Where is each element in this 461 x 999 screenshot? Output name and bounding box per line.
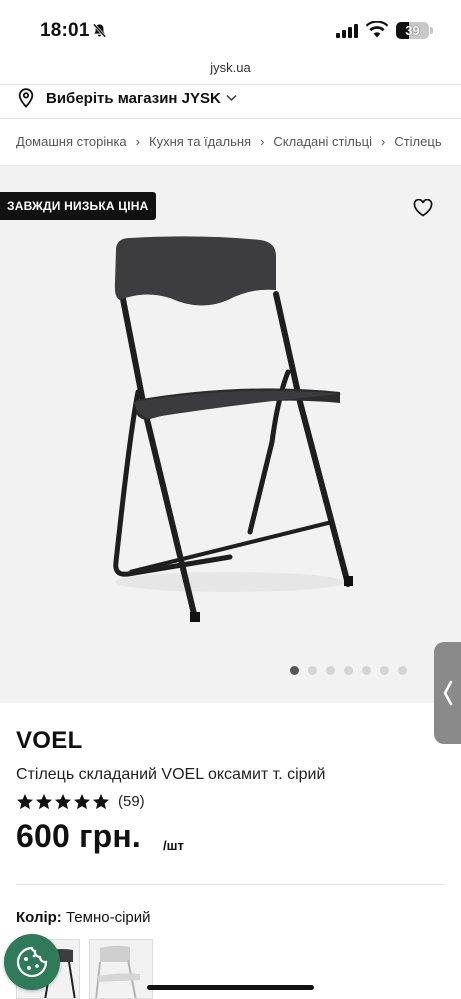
carousel-dot[interactable] bbox=[326, 666, 335, 675]
carousel-dot[interactable] bbox=[362, 666, 371, 675]
chevron-right-icon: › bbox=[260, 134, 265, 149]
battery-icon: 39 bbox=[396, 22, 429, 39]
breadcrumb-item-current: Стілець bbox=[394, 134, 442, 149]
breadcrumb-item-home[interactable]: Домашня сторінка bbox=[16, 134, 127, 149]
cookie-settings-button[interactable] bbox=[4, 934, 60, 990]
color-swatch-light-grey[interactable] bbox=[89, 939, 153, 999]
home-indicator bbox=[147, 985, 314, 990]
carousel-dot[interactable] bbox=[308, 666, 317, 675]
star-icon bbox=[54, 793, 72, 810]
breadcrumb-item-folding-chairs[interactable]: Складані стільці bbox=[273, 134, 372, 149]
side-panel-tab[interactable] bbox=[434, 642, 461, 744]
chevron-left-icon bbox=[443, 680, 452, 706]
wifi-icon bbox=[366, 21, 388, 38]
carousel-dot[interactable] bbox=[344, 666, 353, 675]
rating-stars bbox=[16, 793, 110, 810]
review-count: (59) bbox=[118, 793, 145, 810]
carousel-dot[interactable] bbox=[380, 666, 389, 675]
store-selector-label: Виберіть магазин JYSK bbox=[46, 89, 221, 107]
chevron-right-icon: › bbox=[135, 134, 140, 149]
location-pin-icon bbox=[18, 88, 34, 108]
status-time: 18:01 bbox=[40, 20, 90, 41]
carousel-dot[interactable] bbox=[398, 666, 407, 675]
cellular-signal-icon bbox=[336, 24, 358, 38]
color-selector-label: Колір: Темно-сірий bbox=[16, 909, 151, 926]
status-bar: 18:01 39 bbox=[0, 0, 461, 58]
url-bar[interactable]: jysk.ua bbox=[0, 60, 461, 84]
price-unit: /шт bbox=[163, 838, 184, 853]
breadcrumb: Домашня сторінка › Кухня та їдальня › Ск… bbox=[16, 134, 461, 149]
chevron-down-icon bbox=[226, 95, 237, 101]
bell-off-icon bbox=[92, 23, 107, 38]
url-text: jysk.ua bbox=[210, 60, 251, 75]
battery-percent: 39 bbox=[405, 23, 420, 38]
product-rating[interactable]: (59) bbox=[16, 793, 145, 810]
carousel-indicator[interactable] bbox=[290, 666, 407, 675]
promo-badge: ЗАВЖДИ НИЗЬКА ЦІНА bbox=[0, 192, 156, 220]
breadcrumb-item-kitchen[interactable]: Кухня та їдальня bbox=[149, 134, 251, 149]
wishlist-heart-icon[interactable] bbox=[413, 199, 433, 217]
product-brand: VOEL bbox=[16, 727, 83, 754]
color-value: Темно-сірий bbox=[65, 909, 151, 926]
cookie-icon bbox=[16, 946, 48, 978]
product-name: Стілець складаний VOEL оксамит т. сірий bbox=[16, 766, 326, 783]
star-icon bbox=[92, 793, 110, 810]
carousel-dot[interactable] bbox=[290, 666, 299, 675]
star-icon bbox=[16, 793, 34, 810]
star-icon bbox=[73, 793, 91, 810]
color-label: Колір: bbox=[16, 909, 62, 926]
swatch-chair-light-icon bbox=[95, 945, 140, 998]
star-icon bbox=[35, 793, 53, 810]
folding-chair-image bbox=[113, 236, 353, 622]
chevron-right-icon: › bbox=[380, 134, 386, 149]
product-price: 600 грн. bbox=[16, 818, 141, 854]
product-image-carousel[interactable]: ЗАВЖДИ НИЗЬКА ЦІНА bbox=[0, 166, 461, 744]
store-selector[interactable]: Виберіть магазин JYSK bbox=[18, 86, 237, 110]
